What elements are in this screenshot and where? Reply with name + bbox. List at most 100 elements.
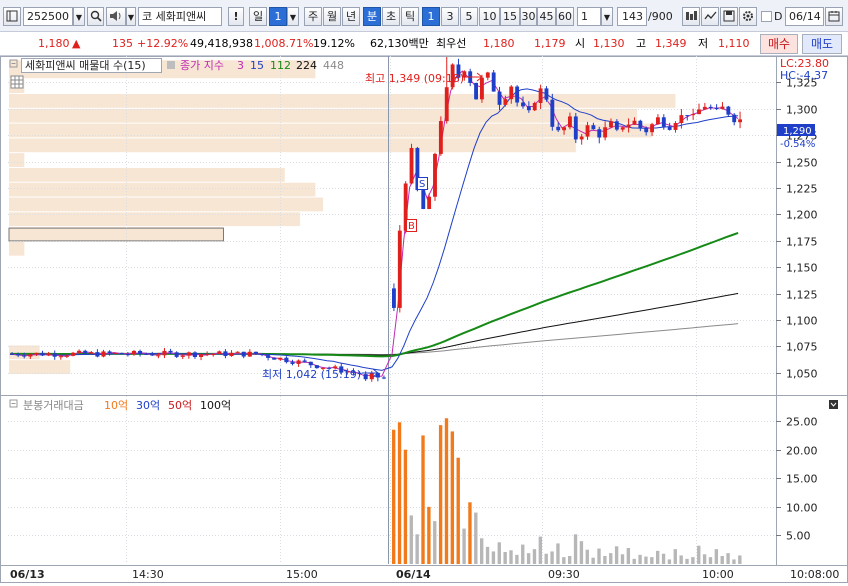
candle-body[interactable]: [444, 87, 449, 122]
candle-body[interactable]: [77, 350, 82, 353]
volume-bar[interactable]: [697, 545, 701, 564]
volume-bar[interactable]: [397, 422, 402, 564]
candle-body[interactable]: [480, 77, 484, 100]
candle-body[interactable]: [427, 196, 432, 209]
volume-bar[interactable]: [409, 515, 413, 564]
candle-body[interactable]: [579, 136, 584, 140]
candle-body[interactable]: [726, 106, 731, 115]
candle-body[interactable]: [702, 106, 707, 110]
volume-bar[interactable]: [603, 556, 607, 564]
volume-bar[interactable]: [538, 536, 543, 564]
data-table-icon[interactable]: [682, 7, 700, 26]
candle-body[interactable]: [113, 352, 118, 354]
candle-body[interactable]: [438, 121, 443, 154]
candle-body[interactable]: [101, 351, 106, 357]
candle-body[interactable]: [186, 352, 191, 356]
volume-bar[interactable]: [450, 431, 455, 564]
period-month-button[interactable]: 월: [323, 7, 341, 26]
volume-bar[interactable]: [421, 435, 425, 564]
candle-body[interactable]: [119, 352, 124, 355]
volume-bar[interactable]: [667, 559, 672, 564]
volume-bar[interactable]: [720, 556, 724, 564]
candle-body[interactable]: [474, 82, 478, 100]
candle-body[interactable]: [562, 127, 566, 131]
candle-body[interactable]: [150, 354, 155, 356]
interval-button[interactable]: 3: [441, 7, 459, 26]
date-input[interactable]: 06/14: [785, 7, 824, 26]
period-year-button[interactable]: 년: [342, 7, 360, 26]
candle-body[interactable]: [168, 350, 173, 353]
stock-code-input[interactable]: 252500: [23, 7, 73, 26]
volume-bar[interactable]: [544, 553, 548, 564]
volume-bar[interactable]: [532, 549, 537, 564]
period-minute-button[interactable]: 분: [363, 7, 381, 26]
volume-bar[interactable]: [503, 552, 507, 564]
candle-body[interactable]: [526, 106, 531, 111]
candle-body[interactable]: [381, 377, 386, 379]
volume-bar[interactable]: [415, 534, 419, 564]
candle-body[interactable]: [272, 357, 277, 360]
sound-icon[interactable]: [106, 7, 126, 26]
candle-body[interactable]: [397, 230, 402, 308]
price-chart[interactable]: 1,050 1,075 1,100 1,125 1,150 1,175 1,200 1,225…: [0, 56, 848, 583]
volume-bar[interactable]: [526, 553, 531, 564]
stock-code-dropdown-icon[interactable]: ▼: [73, 7, 85, 26]
period-value-field[interactable]: 1: [269, 7, 287, 26]
candle-body[interactable]: [83, 350, 88, 354]
sound-dropdown-icon[interactable]: ▼: [126, 7, 136, 26]
volume-bar[interactable]: [438, 425, 443, 564]
candle-body[interactable]: [192, 352, 197, 357]
volume-bar[interactable]: [556, 543, 560, 564]
sell-button[interactable]: 매도: [802, 34, 842, 54]
period-dropdown-icon[interactable]: ▼: [287, 7, 299, 26]
stock-name-field[interactable]: 코 세화피앤씨: [138, 7, 222, 26]
period-day-button[interactable]: 일: [249, 7, 267, 26]
candle-body[interactable]: [46, 353, 51, 356]
save-icon[interactable]: [720, 7, 738, 26]
volume-bar[interactable]: [562, 557, 566, 564]
candle-body[interactable]: [732, 114, 737, 123]
candle-body[interactable]: [632, 120, 637, 125]
volume-bar[interactable]: [685, 558, 689, 564]
volume-bar[interactable]: [521, 544, 525, 564]
volume-bar[interactable]: [691, 557, 695, 564]
volume-bar[interactable]: [656, 550, 660, 564]
candle-body[interactable]: [544, 88, 549, 100]
volume-bar[interactable]: [702, 554, 707, 564]
candle-body[interactable]: [284, 357, 289, 363]
candle-body[interactable]: [691, 114, 696, 116]
candle-body[interactable]: [205, 354, 210, 356]
grid-icon[interactable]: [10, 75, 24, 89]
calendar-icon[interactable]: [825, 7, 843, 26]
volume-bar[interactable]: [433, 521, 437, 564]
candle-body[interactable]: [64, 355, 69, 357]
interval-button[interactable]: 60: [556, 7, 574, 26]
date-checkbox[interactable]: [761, 11, 772, 22]
candle-body[interactable]: [162, 350, 167, 356]
candle-body[interactable]: [568, 116, 572, 128]
candle-body[interactable]: [679, 115, 684, 124]
candle-body[interactable]: [266, 355, 271, 358]
candle-body[interactable]: [223, 351, 228, 357]
candle-body[interactable]: [626, 124, 631, 128]
candle-body[interactable]: [10, 353, 15, 355]
volume-bar[interactable]: [620, 554, 625, 564]
gear-icon[interactable]: [739, 7, 757, 26]
alert-button[interactable]: !: [228, 7, 244, 26]
volume-bar[interactable]: [661, 553, 666, 564]
candle-body[interactable]: [697, 109, 701, 115]
volume-bar[interactable]: [638, 554, 642, 564]
candle-body[interactable]: [738, 119, 742, 123]
volume-bar[interactable]: [726, 553, 730, 564]
candle-body[interactable]: [253, 351, 258, 354]
volume-bar[interactable]: [456, 457, 460, 564]
volume-bar[interactable]: [626, 548, 631, 564]
candle-body[interactable]: [235, 351, 240, 353]
interval-button[interactable]: 10: [479, 7, 500, 26]
candle-body[interactable]: [392, 288, 396, 308]
candle-body[interactable]: [302, 360, 307, 362]
candle-body[interactable]: [656, 117, 660, 125]
candle-body[interactable]: [217, 351, 222, 355]
candle-body[interactable]: [70, 352, 76, 356]
candle-body[interactable]: [421, 190, 426, 209]
